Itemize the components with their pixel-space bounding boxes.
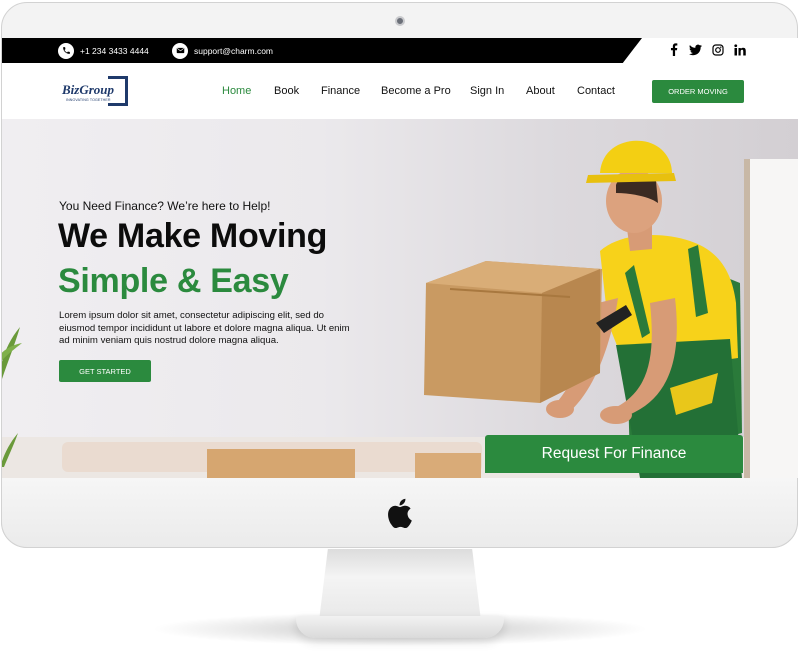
plant-image (2, 433, 18, 467)
email-address: support@charm.com (194, 45, 274, 56)
order-moving-button[interactable]: ORDER MOVING (652, 80, 744, 103)
main-navigation: BizGroup INNOVATING TOGETHER Home Book F… (2, 63, 798, 120)
request-finance-button[interactable]: Request For Finance (485, 435, 743, 473)
bizgroup-logo[interactable]: BizGroup INNOVATING TOGETHER (62, 76, 128, 106)
phone-number: +1 234 3433 4444 (80, 45, 149, 56)
apple-logo-icon (388, 498, 412, 528)
hero-description: Lorem ipsum dolor sit amet, consectetur … (59, 310, 350, 347)
linkedin-icon[interactable] (733, 43, 746, 56)
hero-section: You Need Finance? We’re here to Help! We… (2, 119, 798, 478)
cardboard-box-image (207, 449, 355, 478)
nav-link-about[interactable]: About (526, 85, 555, 97)
nav-link-book[interactable]: Book (274, 85, 299, 97)
nav-link-home[interactable]: Home (222, 85, 251, 97)
nav-link-contact[interactable]: Contact (577, 85, 615, 97)
nav-item-home[interactable]: Home (222, 63, 251, 119)
get-started-button[interactable]: GET STARTED (59, 360, 151, 382)
nav-item-about[interactable]: About (526, 63, 555, 119)
hero-headline-line-1: We Make Moving (58, 217, 328, 255)
hero-kicker: You Need Finance? We’re here to Help! (59, 199, 271, 213)
phone-contact[interactable]: +1 234 3433 4444 (58, 42, 149, 59)
camera-icon (395, 16, 405, 26)
email-contact[interactable]: support@charm.com (172, 42, 273, 59)
nav-link-become-a-pro[interactable]: Become a Pro (381, 85, 451, 97)
website-screen: +1 234 3433 4444 support@charm.com BizGr… (2, 38, 798, 478)
logo-tagline: INNOVATING TOGETHER (66, 98, 111, 102)
mail-icon (172, 42, 188, 59)
nav-item-finance[interactable]: Finance (321, 63, 360, 119)
instagram-icon[interactable] (711, 43, 724, 56)
nav-item-contact[interactable]: Contact (577, 63, 615, 119)
nav-link-sign-in[interactable]: Sign In (470, 85, 504, 97)
twitter-icon[interactable] (689, 43, 702, 56)
nav-link-finance[interactable]: Finance (321, 85, 360, 97)
nav-item-sign-in[interactable]: Sign In (470, 63, 504, 119)
mover-worker-image (424, 140, 742, 478)
phone-icon (58, 42, 74, 59)
top-contact-bar: +1 234 3433 4444 support@charm.com (2, 38, 798, 63)
plant-image (2, 327, 22, 379)
hero-headline-line-2: Simple & Easy (58, 262, 289, 300)
monitor-stand-base (296, 616, 504, 638)
facebook-icon[interactable] (667, 43, 680, 56)
nav-item-book[interactable]: Book (274, 63, 299, 119)
social-links (667, 43, 746, 56)
logo-wordmark: BizGroup (62, 82, 115, 97)
nav-item-become-a-pro[interactable]: Become a Pro (381, 63, 451, 119)
hero-door-image (744, 159, 798, 478)
